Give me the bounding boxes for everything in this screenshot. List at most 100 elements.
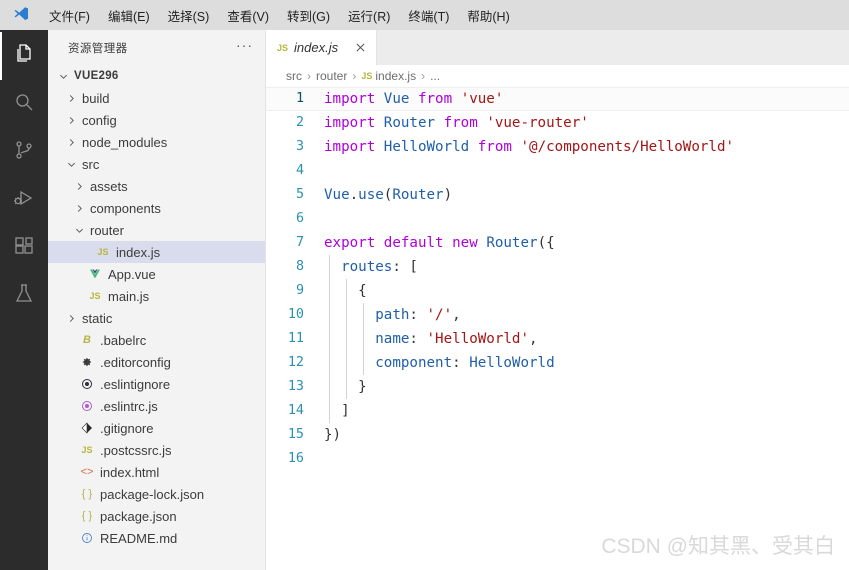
tree-item-static[interactable]: static [48,307,265,329]
tree-item-label: node_modules [82,134,168,150]
code-token: : [409,307,427,323]
menu-item-edit[interactable]: 编辑(E) [99,3,159,28]
code-line: 6 [266,207,849,231]
code-text[interactable]: import Router from 'vue-router' [312,111,589,135]
chevron-right-icon [64,115,78,126]
line-number: 16 [287,451,304,466]
chevron-right-icon [72,181,86,192]
code-token: new [452,235,487,251]
code-token: import [324,91,384,107]
tree-item-readme-md[interactable]: README.md [48,527,265,549]
menu-item-terminal[interactable]: 终端(T) [399,3,458,28]
tree-item-config[interactable]: config [48,109,265,131]
code-text[interactable]: } [312,375,367,399]
code-editor[interactable]: 1 import Vue from 'vue' 2 import Router fro… [266,87,849,570]
code-token: 'HelloWorld' [426,331,530,347]
chevron-right-icon [64,137,78,148]
code-text[interactable]: ] [312,399,350,423]
tree-item-eslintrc-js[interactable]: .eslintrc.js [48,395,265,417]
js-icon: JS [81,445,93,455]
json-icon: { } [81,488,93,500]
line-number: 8 [295,259,304,274]
close-icon[interactable] [352,40,368,56]
tree-item-main-js[interactable]: JS main.js [48,285,265,307]
line-number: 14 [287,403,304,418]
tree-item-router[interactable]: router [48,219,265,241]
line-number: 6 [295,211,304,226]
indent-guide [346,303,348,327]
menu-item-file[interactable]: 文件(F) [40,3,99,28]
breadcrumb-src[interactable]: src [286,69,302,83]
tree-item-eslintignore[interactable]: .eslintignore [48,373,265,395]
tree-item-build[interactable]: build [48,87,265,109]
tree-item-gitignore[interactable]: .gitignore [48,417,265,439]
code-text[interactable]: { [312,279,367,303]
tree-item-index-html[interactable]: <> index.html [48,461,265,483]
code-text[interactable]: export default new Router({ [312,231,555,255]
tree-item-package-lock-json[interactable]: { } package-lock.json [48,483,265,505]
tree-item-label: static [82,310,113,326]
code-text[interactable]: name: 'HelloWorld', [312,327,538,351]
menu-item-selection[interactable]: 选择(S) [159,3,219,28]
code-token: }) [324,427,342,443]
code-text[interactable] [312,207,324,231]
tree-item-label: assets [90,178,128,194]
activitybar-item-source-control[interactable] [0,128,48,176]
code-token: : [409,331,427,347]
tree-item-editorconfig[interactable]: .editorconfig [48,351,265,373]
js-icon: JS [277,42,289,53]
tree-item-babelrc[interactable]: B .babelrc [48,329,265,351]
breadcrumb-symbols[interactable]: ... [430,69,440,83]
code-line: 16 [266,447,849,471]
tree-item-src[interactable]: src [48,153,265,175]
activitybar-item-testing[interactable] [0,272,48,320]
code-token: . [349,187,359,203]
code-text[interactable]: import Vue from 'vue' [312,87,503,111]
tab-index-js[interactable]: JS index.js [266,30,378,65]
code-text[interactable] [312,159,324,183]
tree-item-index-js[interactable]: JS index.js [48,241,265,263]
tree-item-app-vue[interactable]: App.vue [48,263,265,285]
indent-guide [346,351,348,375]
menu-item-run[interactable]: 运行(R) [339,3,399,28]
more-actions-icon[interactable]: ··· [236,38,253,55]
tree-item-postcssrc-js[interactable]: JS .postcssrc.js [48,439,265,461]
chevron-right-icon: › [421,69,426,83]
tree-item-node-modules[interactable]: node_modules [48,131,265,153]
activitybar-item-extensions[interactable] [0,224,48,272]
indent-guide [329,327,331,351]
code-line: 5 Vue.use(Router) [266,183,849,207]
code-token: HelloWorld [469,355,555,371]
menu-item-help[interactable]: 帮助(H) [458,3,518,28]
code-text[interactable]: path: '/', [312,303,461,327]
code-text[interactable]: Vue.use(Router) [312,183,452,207]
activitybar-item-search[interactable] [0,80,48,128]
tree-item-package-json[interactable]: { } package.json [48,505,265,527]
tree-item-assets[interactable]: assets [48,175,265,197]
tree-item-label: config [82,112,117,128]
code-token: from [417,91,461,107]
indent-guide [363,351,365,375]
code-text[interactable]: import HelloWorld from '@/components/Hel… [312,135,734,159]
tree-root-vue296[interactable]: VUE296 [48,65,265,87]
code-token: ) [443,187,453,203]
code-text[interactable]: }) [312,423,341,447]
code-text[interactable] [312,447,324,471]
code-line: 11 name: 'HelloWorld', [266,327,849,351]
code-text[interactable]: routes: [ [312,255,418,279]
activitybar-item-run-debug[interactable] [0,176,48,224]
menu-item-goto[interactable]: 转到(G) [278,3,339,28]
activitybar-item-explorer[interactable] [0,32,48,80]
vue-icon [86,268,104,280]
tree-item-label: App.vue [108,266,156,282]
breadcrumb-router[interactable]: router [316,69,347,83]
code-lines: 1 import Vue from 'vue' 2 import Router fro… [266,87,849,471]
code-text[interactable]: component: HelloWorld [312,351,555,375]
code-token: name [375,331,410,347]
breadcrumb-file[interactable]: index.js [375,69,416,83]
tree-item-components[interactable]: components [48,197,265,219]
code-token: HelloWorld [383,139,478,155]
file-tree: VUE296 build config node_modulessrc assets co… [48,65,265,570]
menu-item-view[interactable]: 查看(V) [218,3,278,28]
line-number: 15 [287,427,304,442]
